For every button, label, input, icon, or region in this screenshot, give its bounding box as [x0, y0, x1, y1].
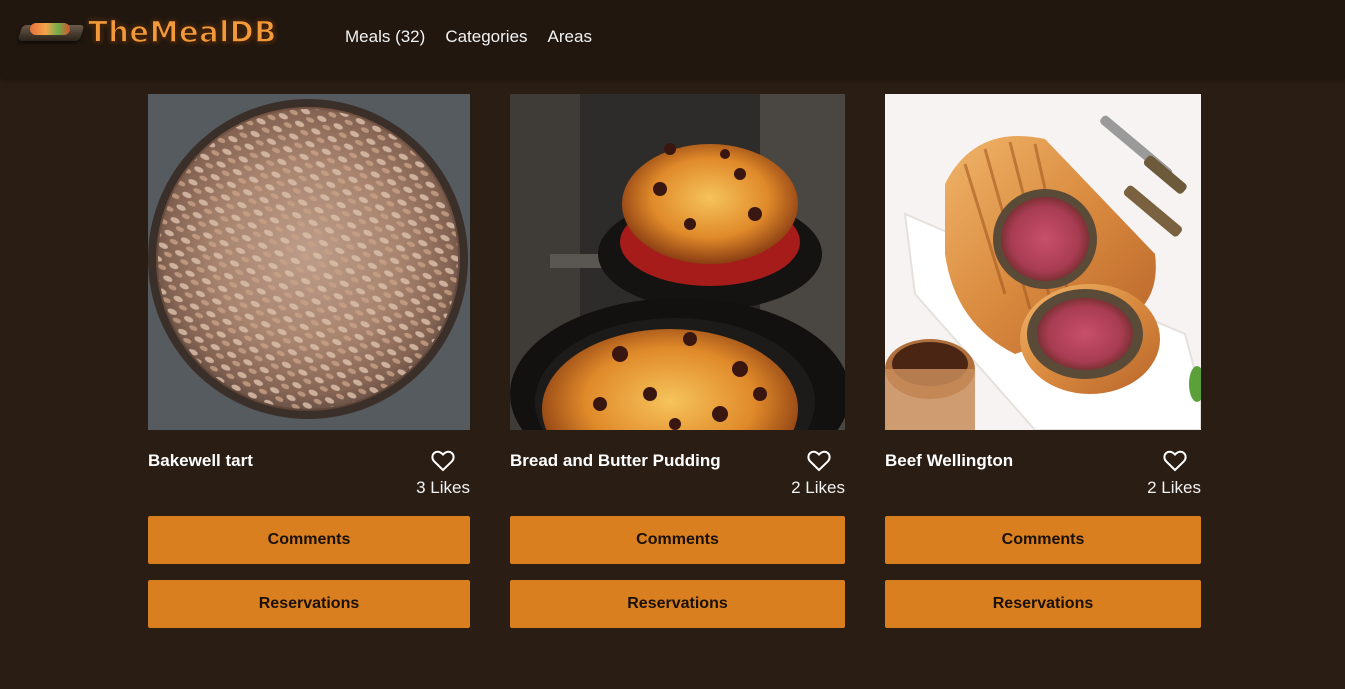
nav-links: Meals (32) Categories Areas — [345, 27, 612, 47]
comments-button[interactable]: Comments — [510, 516, 845, 564]
heart-icon[interactable] — [807, 450, 831, 472]
likes-count: 2 Likes — [791, 478, 845, 497]
reservations-button[interactable]: Reservations — [148, 580, 470, 628]
meal-plate-icon — [17, 17, 85, 47]
meal-image — [510, 94, 845, 430]
heart-icon[interactable] — [431, 450, 455, 472]
likes-count: 2 Likes — [1147, 478, 1201, 497]
reservations-button[interactable]: Reservations — [510, 580, 845, 628]
heart-icon[interactable] — [1163, 450, 1187, 472]
meal-title: Bread and Butter Pudding — [510, 451, 721, 470]
meal-image — [148, 94, 470, 430]
navbar: TheMealDB Meals (32) Categories Areas — [0, 0, 1345, 78]
reservations-button[interactable]: Reservations — [885, 580, 1201, 628]
logo-text: TheMealDB — [87, 14, 277, 50]
meal-title: Bakewell tart — [148, 451, 253, 470]
meal-image — [885, 94, 1201, 430]
site-logo[interactable]: TheMealDB — [17, 12, 277, 52]
comments-button[interactable]: Comments — [885, 516, 1201, 564]
nav-link-categories[interactable]: Categories — [445, 27, 527, 47]
meal-title: Beef Wellington — [885, 451, 1014, 470]
nav-link-areas[interactable]: Areas — [548, 27, 592, 47]
nav-link-meals[interactable]: Meals (32) — [345, 27, 425, 47]
comments-button[interactable]: Comments — [148, 516, 470, 564]
likes-count: 3 Likes — [416, 478, 470, 497]
